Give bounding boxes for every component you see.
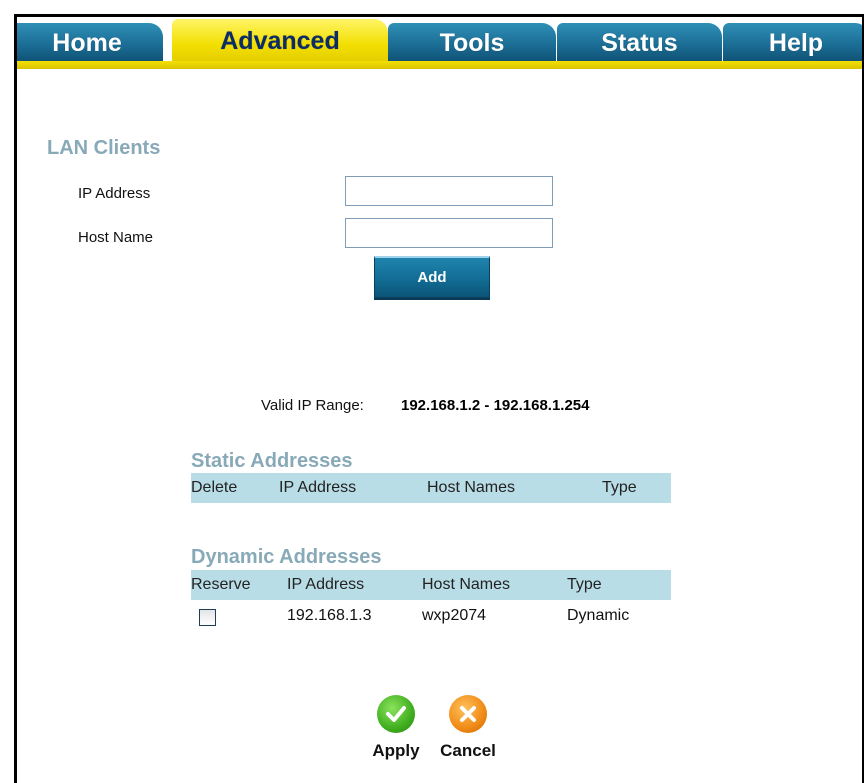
tab-home[interactable]: Home xyxy=(17,23,163,63)
tab-help[interactable]: Help xyxy=(723,23,862,63)
tab-tools-label: Tools xyxy=(439,28,505,57)
row-host: wxp2074 xyxy=(422,607,487,624)
ip-address-label: IP Address xyxy=(78,185,151,202)
valid-ip-range-value: 192.168.1.2 - 192.168.1.254 xyxy=(401,397,590,414)
dynamic-header-ip: IP Address xyxy=(287,576,365,593)
table-row: 192.168.1.3 wxp2074 Dynamic xyxy=(191,601,671,635)
add-button[interactable]: Add xyxy=(374,256,490,298)
static-header-type: Type xyxy=(602,479,637,496)
lan-clients-title: LAN Clients xyxy=(47,137,161,159)
check-icon xyxy=(377,695,415,733)
host-name-label: Host Name xyxy=(78,229,154,246)
ip-address-input[interactable] xyxy=(345,176,553,206)
row-type: Dynamic xyxy=(567,607,630,624)
x-icon xyxy=(449,695,487,733)
row-ip: 192.168.1.3 xyxy=(287,607,372,624)
dynamic-addresses-title: Dynamic Addresses xyxy=(191,546,382,568)
cancel-label: Cancel xyxy=(440,741,496,760)
apply-button[interactable]: Apply xyxy=(356,695,436,761)
static-table-header: Delete IP Address Host Names Type xyxy=(191,473,671,503)
tab-status-label: Status xyxy=(601,28,678,57)
static-header-host: Host Names xyxy=(427,479,516,496)
dynamic-table-header: Reserve IP Address Host Names Type xyxy=(191,570,671,600)
static-header-ip: IP Address xyxy=(279,479,357,496)
dynamic-header-type: Type xyxy=(567,576,602,593)
dynamic-header-reserve: Reserve xyxy=(191,576,251,593)
cancel-button[interactable]: Cancel xyxy=(428,695,508,761)
main-content: LAN Clients IP Address Host Name Add Val… xyxy=(17,73,862,783)
tab-help-label: Help xyxy=(768,28,824,57)
static-header-delete: Delete xyxy=(191,479,238,496)
tab-underline xyxy=(17,61,862,69)
router-admin-window: Home Advanced Tools Status Help LAN Clie… xyxy=(14,14,864,783)
top-tab-bar: Home Advanced Tools Status Help xyxy=(17,17,862,73)
reserve-checkbox[interactable] xyxy=(199,609,216,626)
tab-advanced[interactable]: Advanced xyxy=(172,19,388,63)
valid-ip-range-label: Valid IP Range: xyxy=(261,397,364,414)
dynamic-header-host: Host Names xyxy=(422,576,511,593)
tab-home-label: Home xyxy=(52,28,122,57)
static-addresses-title: Static Addresses xyxy=(191,450,353,472)
host-name-input[interactable] xyxy=(345,218,553,248)
tab-advanced-label: Advanced xyxy=(220,26,340,55)
tab-tools[interactable]: Tools xyxy=(388,23,556,63)
tab-status[interactable]: Status xyxy=(557,23,722,63)
apply-label: Apply xyxy=(372,741,420,760)
